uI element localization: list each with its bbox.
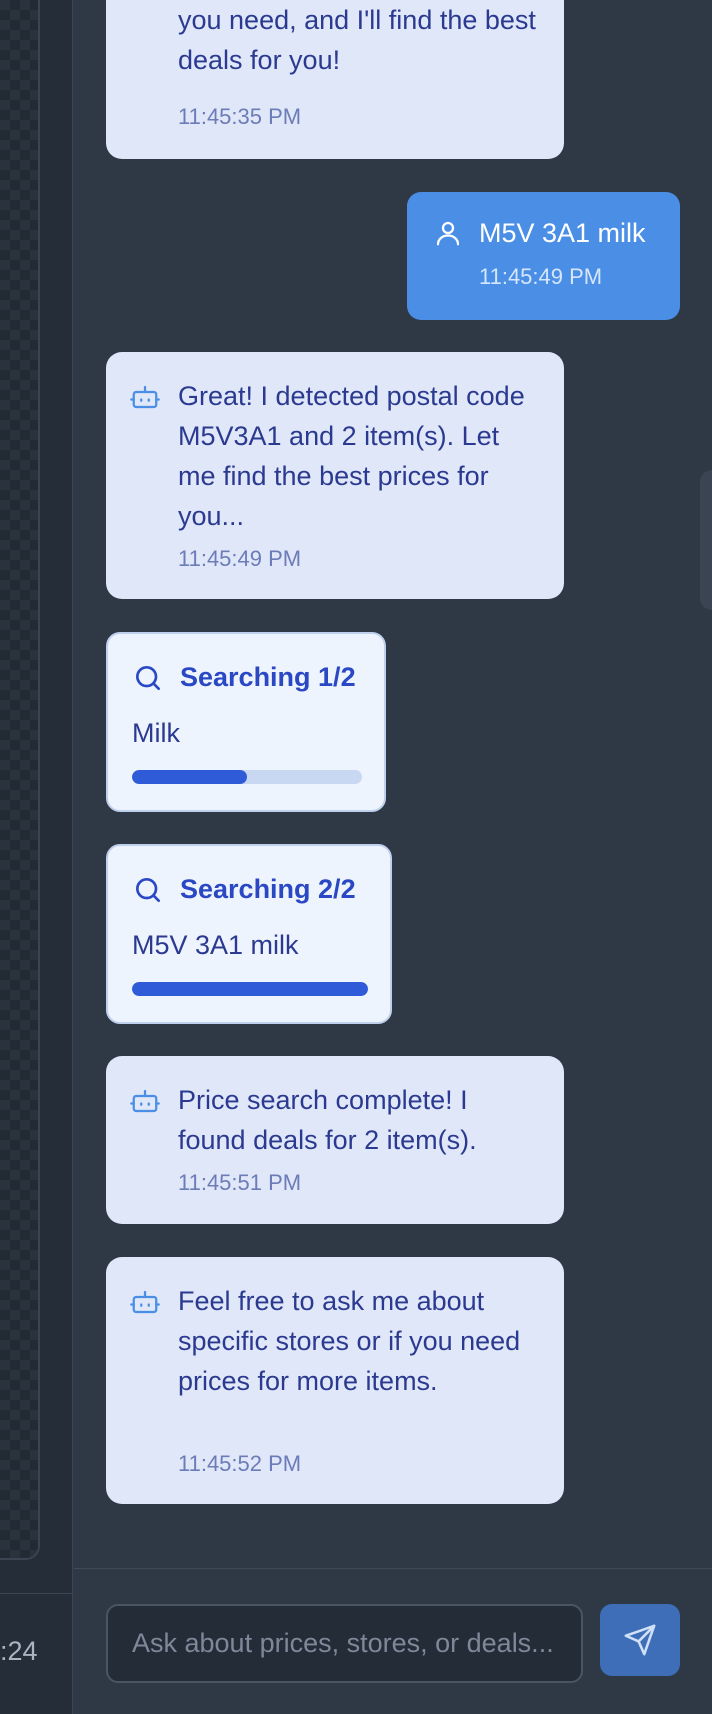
- send-button[interactable]: [600, 1604, 680, 1676]
- message-time: 11:45:49 PM: [178, 546, 302, 571]
- progress-fill: [132, 982, 368, 996]
- message-time: 11:45:51 PM: [178, 1170, 302, 1195]
- user-message: M5V 3A1 milk 11:45:49 PM: [407, 192, 680, 320]
- user-icon: [436, 221, 460, 246]
- canvas-preview: [0, 0, 40, 1560]
- search-item-name: Milk: [132, 718, 180, 748]
- message-time: 11:45:35 PM: [178, 104, 302, 129]
- bot-message: Price search complete! I found deals for…: [106, 1056, 564, 1224]
- progress-bar: [132, 770, 362, 784]
- chat-input-bar: [74, 1568, 712, 1714]
- search-progress-title: Searching 2/2: [180, 874, 356, 904]
- message-text: Price search complete! I found deals for…: [178, 1085, 477, 1155]
- search-progress-title: Searching 1/2: [180, 662, 356, 692]
- message-time: 11:45:49 PM: [479, 264, 603, 289]
- search-icon: [136, 878, 160, 902]
- progress-bar: [132, 982, 368, 996]
- search-progress-card: Searching 1/2 Milk: [106, 632, 386, 812]
- message-text: Great! I detected postal code M5V3A1 and…: [178, 381, 525, 531]
- search-icon: [136, 666, 160, 690]
- bot-message: postal code and what items you need, and…: [106, 0, 564, 159]
- bot-message: Feel free to ask me about specific store…: [106, 1257, 564, 1504]
- robot-icon: [130, 1290, 160, 1314]
- progress-fill: [132, 770, 247, 784]
- chat-input[interactable]: [106, 1604, 583, 1683]
- search-item-name: M5V 3A1 milk: [132, 930, 299, 960]
- message-time: 11:45:52 PM: [178, 1451, 302, 1476]
- message-text: M5V 3A1 milk: [479, 218, 646, 248]
- robot-icon: [130, 1089, 160, 1113]
- bot-message: Great! I detected postal code M5V3A1 and…: [106, 352, 564, 599]
- robot-icon: [130, 385, 160, 409]
- left-panel: :24: [0, 0, 73, 1714]
- send-icon: [624, 1624, 656, 1656]
- chat-messages[interactable]: postal code and what items you need, and…: [74, 0, 712, 1568]
- left-footer-text: :24: [0, 1636, 38, 1666]
- message-text: postal code and what items you need, and…: [178, 5, 536, 75]
- message-text: Feel free to ask me about specific store…: [178, 1286, 521, 1396]
- search-progress-card: Searching 2/2 M5V 3A1 milk: [106, 844, 392, 1024]
